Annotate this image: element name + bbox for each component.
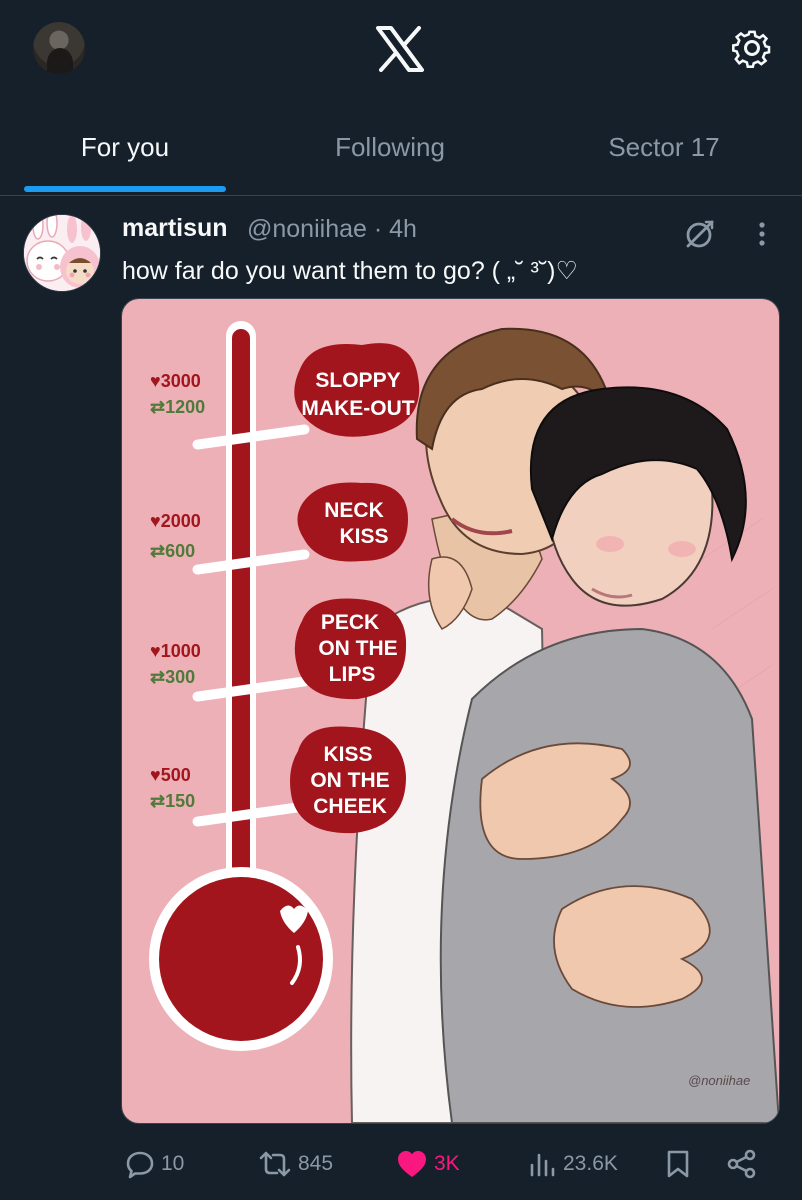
post-time[interactable]: · 4h: [374, 215, 417, 243]
views-chart-icon: [530, 1153, 555, 1177]
heart-threshold-1: ♥3000: [150, 371, 201, 391]
level-2-label-line-2: KISS: [339, 525, 388, 548]
bookmark-button[interactable]: [665, 1142, 691, 1186]
level-3-label-line-1: PECK: [321, 611, 379, 634]
share-button[interactable]: [726, 1142, 758, 1186]
level-3-label-line-2: ON THE: [318, 637, 397, 660]
repost-threshold-1: ⇄1200: [150, 397, 205, 417]
repost-button[interactable]: 845: [258, 1142, 333, 1186]
reply-icon: [126, 1151, 154, 1179]
views-button[interactable]: 23.6K: [527, 1142, 618, 1186]
post-image[interactable]: ♥3000 ⇄1200 ♥2000 ⇄600 ♥1000 ⇄300 ♥500 ⇄…: [121, 298, 780, 1124]
x-logo-icon[interactable]: [375, 26, 425, 72]
repost-threshold-2: ⇄600: [150, 541, 195, 561]
author-handle-and-time[interactable]: @noniihae · 4h: [247, 215, 417, 244]
bookmark-icon: [667, 1150, 689, 1178]
post[interactable]: martisun @noniihae · 4h how far do you w…: [0, 196, 802, 1200]
reply-button[interactable]: 10: [125, 1142, 184, 1186]
profile-avatar[interactable]: [33, 22, 85, 74]
post-action-bar: 10 845 3K 23.6K: [0, 1142, 802, 1186]
gear-icon[interactable]: [730, 26, 774, 70]
active-tab-indicator: [24, 186, 226, 192]
author-avatar-art: [24, 215, 100, 291]
view-count: 23.6K: [563, 1152, 618, 1175]
timeline-tabs: For you Following Sector 17: [0, 100, 802, 196]
heart-threshold-4: ♥500: [150, 765, 191, 785]
tab-following[interactable]: Following: [290, 100, 490, 195]
artist-signature: @noniihae: [688, 1073, 750, 1088]
level-1-label-line-2: MAKE-OUT: [301, 397, 414, 420]
like-count: 3K: [434, 1152, 460, 1175]
more-options-icon[interactable]: [750, 218, 774, 250]
thermometer-artwork: ♥3000 ⇄1200 ♥2000 ⇄600 ♥1000 ⇄300 ♥500 ⇄…: [122, 299, 779, 1123]
repost-icon: [259, 1151, 291, 1177]
level-4-label-line-3: CHEEK: [313, 795, 387, 818]
tab-for-you[interactable]: For you: [24, 100, 226, 195]
reply-count: 10: [161, 1152, 185, 1175]
grok-icon[interactable]: [684, 218, 716, 250]
level-4-label-line-1: KISS: [323, 743, 372, 766]
repost-threshold-3: ⇄300: [150, 667, 195, 687]
heart-filled-icon: [398, 1151, 426, 1177]
share-icon: [727, 1149, 756, 1179]
heart-threshold-2: ♥2000: [150, 511, 201, 531]
level-3-label-line-3: LIPS: [329, 663, 376, 686]
heart-threshold-3: ♥1000: [150, 641, 201, 661]
top-bar: [0, 0, 802, 100]
repost-count: 845: [298, 1152, 334, 1175]
author-avatar[interactable]: [23, 214, 101, 292]
author-handle[interactable]: @noniihae: [247, 215, 367, 243]
post-text: how far do you want them to go? ( „˘ ³˘)…: [122, 257, 578, 285]
level-4-label-line-2: ON THE: [310, 769, 389, 792]
author-display-name[interactable]: martisun: [122, 214, 228, 243]
level-1-label-line-1: SLOPPY: [315, 369, 400, 392]
repost-threshold-4: ⇄150: [150, 791, 195, 811]
level-2-label-line-1: NECK: [324, 499, 384, 522]
tab-sector-17[interactable]: Sector 17: [564, 100, 764, 195]
like-button[interactable]: 3K: [396, 1142, 460, 1186]
